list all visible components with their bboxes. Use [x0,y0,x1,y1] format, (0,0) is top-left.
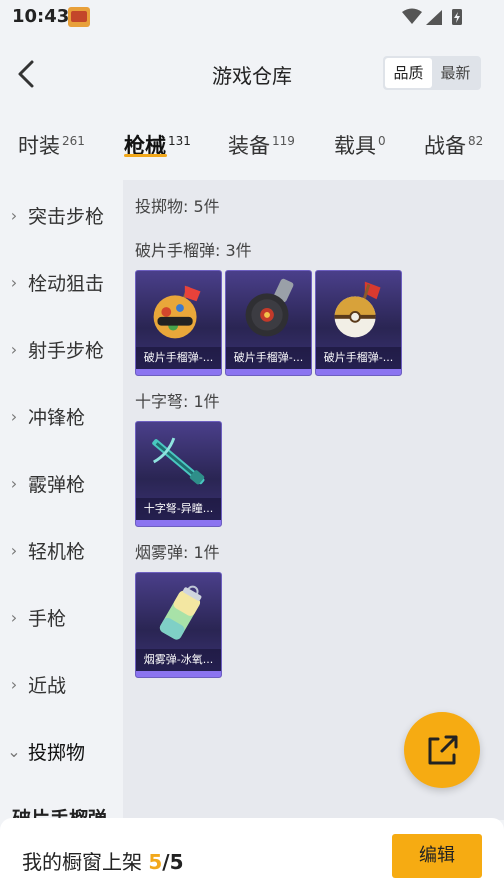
grenade-skin-icon [245,278,294,337]
sidebar-item-label: 栓动狙击 [28,272,105,295]
crossbow-skin-icon [152,437,205,485]
app-header: 游戏仓库 品质 最新 [0,34,504,112]
sidebar-item-bolt-sniper[interactable]: › 栓动狙击 [0,262,123,302]
grenade-skin-icon [153,285,201,339]
showcase-label: 我的橱窗上架 [22,850,142,874]
sidebar-item-pistol[interactable]: › 手枪 [0,597,123,637]
tab-count: 0 [378,134,386,148]
chevron-right-icon: › [10,205,18,225]
group-title: 十字弩: 1件 [135,392,220,411]
status-bar: 10:43 [0,0,504,34]
item-name: 烟雾弹-冰氧... [136,649,221,671]
sidebar-item-label: 射手步枪 [28,339,105,362]
group-title: 烟雾弹: 1件 [135,543,220,562]
chevron-right-icon: › [10,339,18,359]
weapon-type-sidebar: › 突击步枪 › 栓动狙击 › 射手步枪 › 冲锋枪 › 霰弹枪 › 轻机枪 ›… [0,180,123,820]
sidebar-item-label: 投掷物 [28,741,86,764]
tab-vehicles[interactable]: 载具 0 [334,130,386,160]
tab-count: 131 [168,134,191,148]
category-tabs: 时装 261 枪械 131 装备 119 载具 0 战备 82 [0,112,504,180]
item-card[interactable]: 十字弩-异瞳... [135,421,222,527]
rarity-bar [136,671,221,677]
sidebar-item-label: 霰弹枪 [28,473,86,496]
group-title: 破片手榴弹: 3件 [135,241,252,260]
rarity-bar [316,369,401,375]
item-card[interactable]: 破片手榴弹-... [315,270,402,376]
tab-equipment[interactable]: 装备 119 [228,130,295,160]
chevron-right-icon: › [10,607,18,627]
grenade-skin-icon [334,281,381,338]
bottom-bar: 我的橱窗上架 5/5 编辑 [0,818,504,896]
showcase-count: 5 [148,850,163,874]
rarity-bar [226,369,311,375]
sidebar-item-marksman-rifle[interactable]: › 射手步枪 [0,329,123,369]
tab-label: 装备 [228,134,270,158]
sort-toggle: 品质 最新 [383,56,481,90]
item-card[interactable]: 破片手榴弹-... [225,270,312,376]
tab-fashion[interactable]: 时装 261 [18,130,85,160]
chevron-right-icon: › [10,674,18,694]
signal-icon [426,10,442,25]
sort-by-quality-button[interactable]: 品质 [385,58,432,88]
rarity-bar [136,369,221,375]
smoke-grenade-skin-icon [159,585,202,640]
item-name: 破片手榴弹-... [226,347,311,369]
tab-count: 119 [272,134,295,148]
tab-label: 战备 [424,134,466,158]
chevron-right-icon: › [10,540,18,560]
chevron-right-icon: › [10,473,18,493]
item-name: 十字弩-异瞳... [136,498,221,520]
notification-app-icon [68,7,90,27]
sidebar-item-label: 近战 [28,674,67,697]
sidebar-item-melee[interactable]: › 近战 [0,664,123,704]
item-name: 破片手榴弹-... [316,347,401,369]
rarity-bar [136,520,221,526]
tab-label: 载具 [334,134,376,158]
sidebar-item-label: 冲锋枪 [28,406,86,429]
status-time: 10:43 [12,6,70,27]
edit-button[interactable]: 编辑 [392,834,482,878]
sort-by-newest-button[interactable]: 最新 [432,58,479,88]
section-total: 投掷物: 5件 [135,197,220,216]
sidebar-item-label: 轻机枪 [28,540,86,563]
share-external-icon [428,735,458,765]
status-icons [402,8,462,25]
item-card[interactable]: 破片手榴弹-... [135,270,222,376]
share-fab-button[interactable] [404,712,480,788]
sidebar-item-throwables[interactable]: ⌄ 投掷物 [0,731,123,771]
sidebar-item-lmg[interactable]: › 轻机枪 [0,530,123,570]
sidebar-item-smg[interactable]: › 冲锋枪 [0,396,123,436]
active-tab-indicator [124,154,167,157]
chevron-right-icon: › [10,272,18,292]
sidebar-item-label: 突击步枪 [28,205,105,228]
sidebar-item-label: 手枪 [28,607,67,630]
tab-count: 261 [62,134,85,148]
sidebar-item-assault-rifle[interactable]: › 突击步枪 [0,195,123,235]
showcase-status: 我的橱窗上架 5/5 [22,846,184,875]
item-name: 破片手榴弹-... [136,347,221,369]
chevron-down-icon: ⌄ [7,741,21,761]
wifi-icon [402,8,422,24]
chevron-right-icon: › [10,406,18,426]
item-card[interactable]: 烟雾弹-冰氧... [135,572,222,678]
tab-label: 时装 [18,134,60,158]
tab-war-supplies[interactable]: 战备 82 [424,130,483,160]
sidebar-item-shotgun[interactable]: › 霰弹枪 [0,463,123,503]
showcase-total: /5 [162,850,184,874]
tab-count: 82 [468,134,484,148]
